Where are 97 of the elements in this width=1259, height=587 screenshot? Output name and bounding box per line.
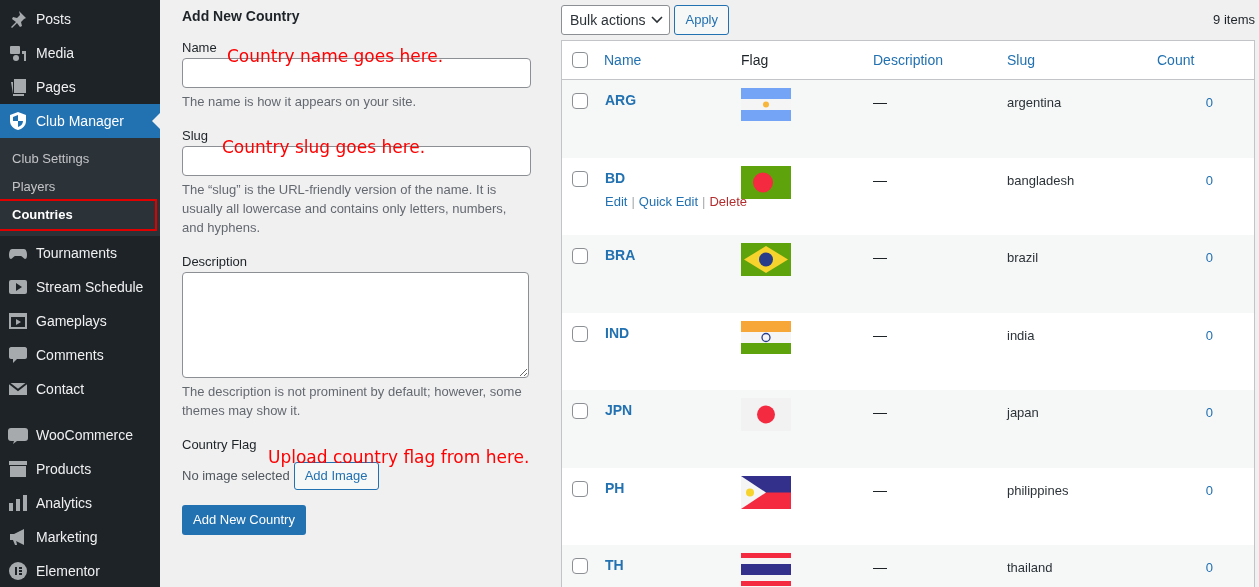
annotation-text: Country slug goes here. — [222, 136, 426, 159]
circle-logo-icon — [8, 561, 28, 581]
sidebar-item[interactable]: Gameplays — [0, 304, 160, 338]
row-checkbox[interactable] — [572, 325, 588, 342]
current-arrow-icon — [152, 113, 160, 129]
count-link[interactable]: 0 — [1205, 560, 1213, 575]
row-action-link[interactable]: Quick Edit — [638, 193, 699, 209]
sidebar-item[interactable]: Marketing — [0, 520, 160, 554]
sidebar-item[interactable]: Contact — [0, 372, 160, 406]
term-name-link[interactable]: TH — [605, 555, 741, 576]
field-label: Country Flag — [182, 436, 257, 452]
apply-button[interactable]: Apply — [674, 5, 729, 35]
archive-box-icon — [8, 459, 28, 479]
term-name-link[interactable]: JPN — [605, 400, 741, 421]
sidebar-item[interactable]: Media — [0, 36, 160, 70]
flag-image — [741, 88, 791, 121]
description-cell: — — [873, 559, 887, 575]
slug-cell: bangladesh — [1007, 172, 1075, 188]
term-name-link[interactable]: BD — [605, 167, 741, 189]
speech-box-icon — [8, 425, 28, 445]
media-icon — [8, 43, 28, 63]
help-text: The name is how it appears on your site. — [182, 93, 418, 111]
shield-icon — [8, 111, 28, 131]
flag-image — [741, 320, 791, 354]
sidebar-item[interactable]: Products — [0, 452, 160, 486]
slug-cell: india — [1007, 327, 1035, 343]
slug-cell: philippines — [1007, 482, 1069, 498]
row-action-link[interactable]: Delete — [709, 193, 747, 209]
submenu-item[interactable]: Players — [0, 173, 153, 201]
term-name-link[interactable]: PH — [605, 477, 741, 499]
speech-bubble-icon — [8, 345, 28, 365]
submenu-item[interactable]: Countries — [0, 201, 155, 229]
sidebar-item[interactable]: Tournaments — [0, 236, 160, 270]
flag-image — [741, 243, 791, 276]
pages-icon — [8, 77, 28, 97]
count-link[interactable]: 0 — [1205, 172, 1213, 188]
description-cell: — — [873, 481, 887, 498]
field-label: Name — [182, 39, 217, 55]
bulk-actions-dropdown[interactable]: Bulk actions — [561, 5, 671, 35]
sidebar-item[interactable]: Comments — [0, 338, 160, 372]
field-label: Slug — [182, 127, 209, 143]
count-link[interactable]: 0 — [1205, 405, 1213, 420]
row-checkbox[interactable] — [572, 248, 588, 264]
slug-cell: argentina — [1007, 95, 1062, 110]
add-image-button[interactable]: Add Image — [293, 462, 379, 490]
select-all-checkbox[interactable] — [572, 52, 588, 68]
sidebar-item[interactable]: WooCommerce — [0, 418, 160, 452]
row-checkbox[interactable] — [572, 403, 588, 419]
sidebar-item[interactable]: Elementor — [0, 554, 160, 587]
description-cell: — — [873, 326, 887, 343]
sidebar-item[interactable]: Analytics — [0, 486, 160, 520]
flag-image — [741, 475, 791, 509]
bar-chart-icon — [8, 493, 28, 513]
count-link[interactable]: 0 — [1205, 482, 1213, 498]
help-text: The “slug” is the URL-friendly version of the name. It is usually all lowercase and contains only letters, numbers, and hyphens. — [182, 181, 508, 237]
term-name-link[interactable]: ARG — [605, 90, 741, 111]
column-header: Flag — [741, 52, 769, 68]
row-action-link[interactable]: Edit — [605, 193, 628, 209]
row-checkbox[interactable] — [572, 93, 588, 109]
description-cell: — — [873, 404, 887, 420]
add-new-country-button[interactable]: Add New Country — [182, 505, 306, 535]
column-header[interactable]: Slug — [1007, 52, 1036, 68]
play-icon — [8, 277, 28, 297]
count-link[interactable]: 0 — [1205, 95, 1213, 110]
flag-image — [741, 165, 791, 199]
annotation-text: Country name goes here. — [227, 45, 444, 68]
separator-text: | — [701, 193, 707, 209]
slug-cell: brazil — [1007, 250, 1039, 265]
chevron-down-icon — [651, 16, 664, 24]
sidebar-item[interactable]: Posts — [0, 2, 160, 36]
field-label: Description — [182, 253, 248, 269]
sidebar-item[interactable]: Stream Schedule — [0, 270, 160, 304]
slug-cell: japan — [1007, 405, 1039, 420]
column-header[interactable]: Count — [1157, 52, 1195, 68]
slug-cell: thailand — [1007, 560, 1053, 575]
description-cell: — — [873, 171, 887, 188]
count-link[interactable]: 0 — [1205, 327, 1213, 343]
row-checkbox[interactable] — [572, 170, 588, 187]
term-name-link[interactable]: BRA — [605, 245, 741, 266]
submenu-item[interactable]: Club Settings — [0, 145, 153, 173]
form-title: Add New Country — [182, 7, 301, 26]
description-cell: — — [873, 94, 887, 110]
sidebar-item[interactable]: Club Manager — [0, 104, 160, 138]
sidebar-item[interactable]: Pages — [0, 70, 160, 104]
status-text: No image selected — [182, 467, 290, 486]
film-icon — [8, 311, 28, 331]
help-text: The description is not prominent by default; however, some themes may show it. — [182, 383, 523, 420]
textarea-field[interactable] — [182, 272, 529, 378]
description-cell: — — [873, 249, 887, 265]
item-count: 9 items — [1213, 11, 1255, 30]
row-checkbox[interactable] — [572, 480, 588, 497]
column-header[interactable]: Description — [873, 52, 944, 68]
separator-text: | — [630, 193, 636, 209]
term-name-link[interactable]: IND — [605, 322, 741, 344]
count-link[interactable]: 0 — [1205, 250, 1213, 265]
row-checkbox[interactable] — [572, 558, 588, 574]
column-header[interactable]: Name — [604, 52, 642, 68]
